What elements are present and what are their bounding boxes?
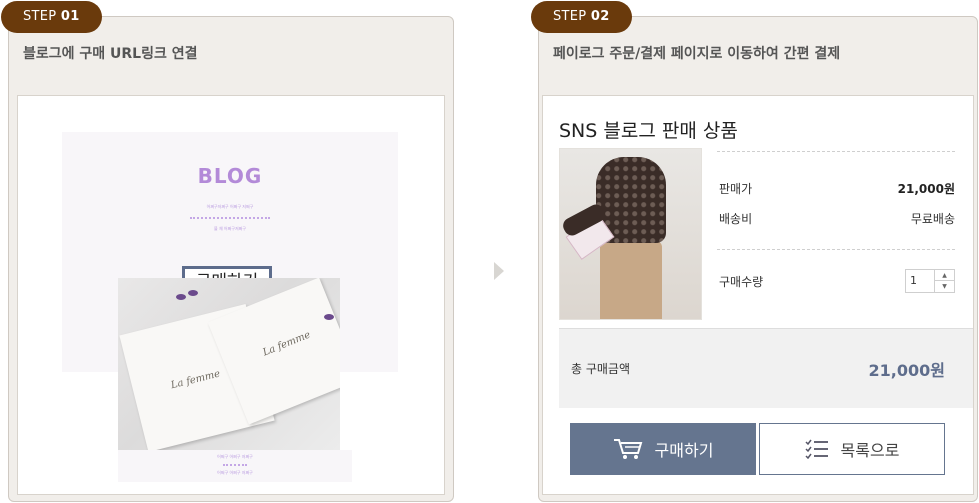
total-value: 21,000원 bbox=[868, 360, 945, 380]
blog-small-text-bottom-2: 어쩌구 어쩌구 저쩌구 bbox=[217, 470, 253, 475]
next-arrow-icon bbox=[494, 262, 504, 280]
blog-footer-divider bbox=[223, 464, 247, 466]
step1-badge-prefix: STEP bbox=[23, 9, 57, 24]
blog-small-text-bottom: 어쩌구 어쩌구 저쩌구 bbox=[217, 454, 253, 459]
price-value: 21,000원 bbox=[897, 182, 955, 196]
step2-badge-prefix: STEP bbox=[553, 9, 587, 24]
flower-icon bbox=[176, 294, 186, 300]
quantity-row: 구매수량 1 ▲ ▼ bbox=[719, 269, 955, 293]
blog-small-text-top: 어쩌구저쩌구 어쩌구 저쩌구 bbox=[206, 204, 254, 209]
step2-heading: 페이로그 주문/결제 페이지로 이동하여 간편 결제 bbox=[553, 46, 841, 62]
list-button[interactable]: 목록으로 bbox=[759, 423, 945, 475]
list-button-label: 목록으로 bbox=[840, 441, 900, 460]
blog-preview-frame: BLOG 어쩌구저쩌구 어쩌구 저쩌구 블 체 어쩌구저쩌구 구매하기 La f… bbox=[17, 95, 445, 495]
cart-icon bbox=[613, 437, 643, 461]
buy-button-label: 구매하기 bbox=[654, 441, 714, 460]
flower-icon bbox=[324, 314, 334, 320]
product-image bbox=[559, 148, 702, 320]
total-label: 총 구매금액 bbox=[571, 362, 631, 376]
shipping-label: 배송비 bbox=[719, 212, 753, 226]
quantity-down-icon[interactable]: ▼ bbox=[935, 281, 954, 292]
card-text: La femme bbox=[261, 329, 313, 359]
quantity-input[interactable]: 1 bbox=[910, 274, 917, 287]
blog-title: BLOG bbox=[197, 164, 263, 188]
blog-small-text-mid: 블 체 어쩌구저쩌구 bbox=[214, 226, 246, 231]
quantity-up-icon[interactable]: ▲ bbox=[935, 270, 954, 281]
blog-photo: La femme La femme bbox=[118, 278, 340, 450]
step1-panel: STEP 01 블로그에 구매 URL링크 연결 BLOG 어쩌구저쩌구 어쩌구… bbox=[1, 1, 454, 502]
price-row: 판매가 21,000원 bbox=[719, 180, 955, 197]
quantity-buttons: ▲ ▼ bbox=[934, 270, 954, 292]
step1-heading: 블로그에 구매 URL링크 연결 bbox=[23, 46, 198, 62]
product-title: SNS 블로그 판매 상품 bbox=[559, 120, 738, 142]
buy-button[interactable]: 구매하기 bbox=[570, 423, 756, 475]
divider bbox=[717, 151, 955, 152]
order-page-frame: SNS 블로그 판매 상품 판매가 21,000원 배송비 무료배송 구매수량 … bbox=[542, 95, 974, 495]
step1-badge: STEP 01 bbox=[1, 1, 102, 33]
price-label: 판매가 bbox=[719, 182, 753, 196]
quantity-stepper[interactable]: 1 ▲ ▼ bbox=[905, 269, 955, 293]
shipping-value: 무료배송 bbox=[910, 212, 955, 226]
step2-badge-number: 02 bbox=[590, 9, 610, 24]
card-text: La femme bbox=[169, 368, 222, 392]
step2-badge: STEP 02 bbox=[531, 1, 632, 33]
product-image-skirt bbox=[600, 241, 662, 319]
step2-panel: STEP 02 페이로그 주문/결제 페이지로 이동하여 간편 결제 SNS 블… bbox=[531, 1, 978, 502]
checklist-icon bbox=[805, 439, 829, 459]
flower-icon bbox=[188, 290, 198, 296]
total-bar: 총 구매금액 21,000원 bbox=[559, 328, 973, 408]
blog-footer: 어쩌구 어쩌구 저쩌구 어쩌구 어쩌구 저쩌구 bbox=[118, 450, 352, 482]
divider bbox=[717, 249, 955, 250]
blog-divider bbox=[190, 217, 270, 219]
quantity-label: 구매수량 bbox=[719, 274, 764, 289]
step1-badge-number: 01 bbox=[60, 9, 80, 24]
shipping-row: 배송비 무료배송 bbox=[719, 210, 955, 227]
